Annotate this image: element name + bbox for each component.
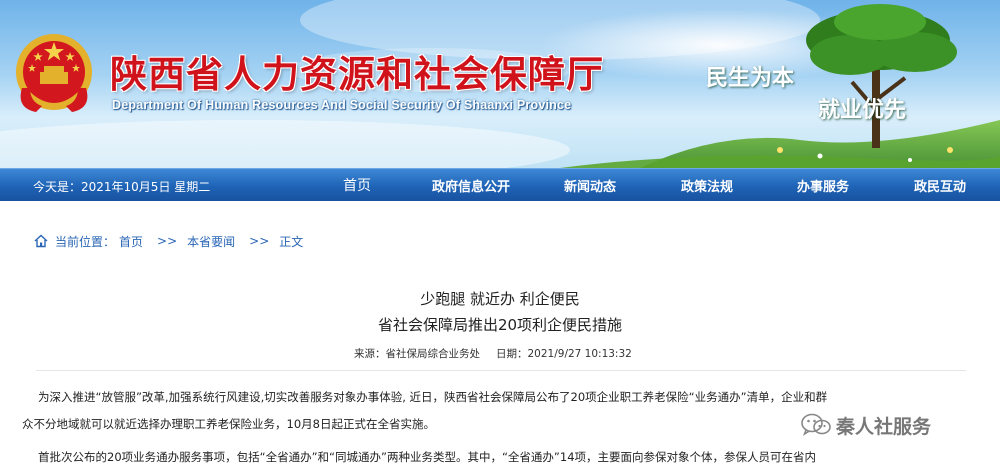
- site-title: 陕西省人力资源和社会保障厅: [110, 52, 604, 96]
- national-emblem-icon: [16, 34, 92, 112]
- slogan-line2: 就业优先: [818, 98, 907, 123]
- nav-item-gov-info[interactable]: 政府信息公开: [432, 176, 510, 195]
- watermark-text: 秦人社服务: [836, 415, 932, 438]
- header-banner: 陕西省人力资源和社会保障厅 Department Of Human Resour…: [0, 0, 1000, 168]
- home-icon: [34, 234, 48, 248]
- breadcrumb-label: 当前位置：: [55, 234, 116, 249]
- nav-item-news[interactable]: 新闻动态: [564, 176, 616, 195]
- breadcrumb: 当前位置： 首页 >> 本省要闻 >> 正文: [33, 232, 307, 250]
- nav-item-home[interactable]: 首页: [343, 175, 371, 195]
- article-paragraph-2-line1: 首批次公布的20项业务通办服务事项，包括“全省通办”和“同城通办”两种业务类型。…: [38, 450, 817, 464]
- nav-item-policies[interactable]: 政策法规: [681, 176, 733, 195]
- breadcrumb-home-link[interactable]: 首页: [119, 233, 143, 250]
- article-meta: 来源：省社保局综合业务处 日期：2021/9/27 10:13:32: [354, 346, 632, 361]
- breadcrumb-current-page: 正文: [279, 234, 304, 249]
- wechat-icon: [801, 413, 831, 436]
- site-subtitle: Department Of Human Resources And Social…: [112, 98, 572, 112]
- article-paragraph-1-line2: 众不分地域就可以就近选择办理职工养老保险业务，10月8日起正式在全省实施。: [22, 417, 435, 431]
- slogan-line1: 民生为本: [706, 66, 795, 91]
- breadcrumb-section-link[interactable]: 本省要闻: [187, 233, 235, 250]
- article-date: 日期：2021/9/27 10:13:32: [496, 348, 632, 360]
- article-paragraph-1-line1: 为深入推进“放管服”改革,加强系统行风建设,切实改善服务对象办事体验, 近日，陕…: [38, 390, 828, 404]
- main-nav: 今天是：2021年10月5日 星期二 首页 政府信息公开 新闻动态 政策法规 办…: [0, 168, 1000, 201]
- article-title-line1: 少跑腿 就近办 利企便民: [420, 290, 580, 308]
- nav-item-interaction[interactable]: 政民互动: [914, 176, 966, 195]
- breadcrumb-separator: >>: [157, 234, 178, 248]
- nav-item-services[interactable]: 办事服务: [797, 176, 849, 195]
- divider: [36, 370, 966, 371]
- current-date: 今天是：2021年10月5日 星期二: [33, 180, 211, 194]
- article-title-line2: 省社会保障局推出20项利企便民措施: [377, 316, 623, 334]
- wechat-watermark: 秦人社服务: [800, 410, 931, 440]
- breadcrumb-separator: >>: [249, 234, 270, 248]
- article-source: 来源：省社保局综合业务处: [354, 348, 480, 360]
